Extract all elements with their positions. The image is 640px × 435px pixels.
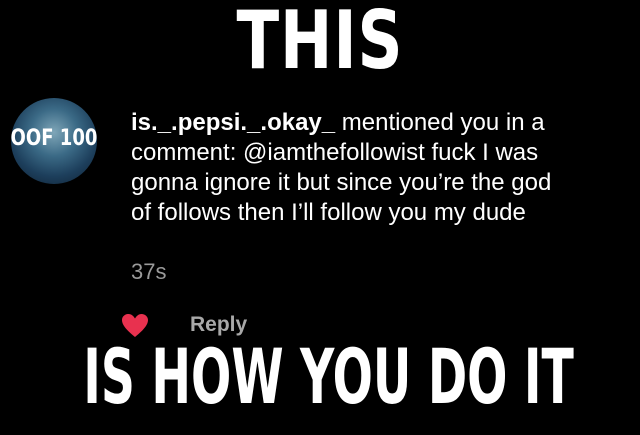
comment-line-4: of follows then I’ll follow you my dude (131, 199, 526, 226)
comment-line-3: gonna ignore it but since you’re the god (131, 169, 552, 196)
bottom-caption: IS HOW YOU DO IT (83, 334, 574, 422)
notification-text: is._.pepsi._.okay_ mentioned you in a co… (131, 108, 631, 228)
mention-text: mentioned you in a (335, 109, 545, 136)
notification-line-1: is._.pepsi._.okay_ mentioned you in a (131, 108, 631, 138)
meme-canvas: THIS OOF 100 is._.pepsi._.okay_ mentione… (0, 0, 640, 435)
avatar[interactable]: OOF 100 (11, 98, 97, 184)
top-caption: THIS (236, 0, 404, 89)
comment-line-2: comment: @iamthefollowist fuck I was (131, 139, 539, 166)
username-link[interactable]: is._.pepsi._.okay_ (131, 109, 335, 136)
avatar-text: OOF 100 (11, 126, 97, 151)
timestamp: 37s (131, 259, 167, 284)
